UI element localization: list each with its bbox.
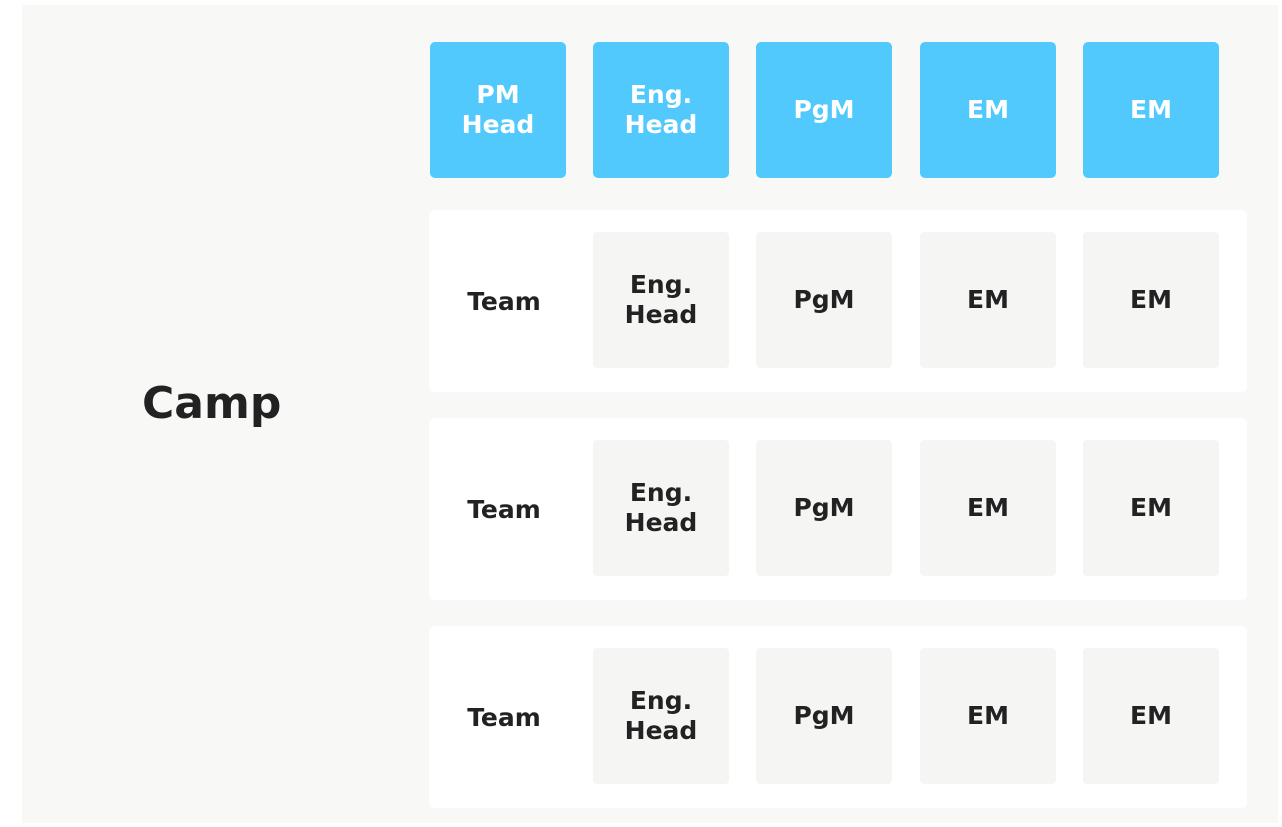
header-role-em-1: EM: [920, 42, 1056, 178]
team-label: Team: [467, 494, 541, 524]
header-role-pm-head: PM Head: [430, 42, 566, 178]
team-label: Team: [467, 702, 541, 732]
header-role-pgm: PgM: [756, 42, 892, 178]
diagram-canvas: Camp PM Head Eng. Head PgM EM EM Team En…: [0, 0, 1282, 827]
team-role-em-2: EM: [1083, 648, 1219, 784]
team-role-em-2: EM: [1083, 232, 1219, 368]
header-role-em-2: EM: [1083, 42, 1219, 178]
team-role-eng-head: Eng. Head: [593, 232, 729, 368]
camp-label: Camp: [142, 377, 282, 429]
team-role-em-1: EM: [920, 648, 1056, 784]
team-row-2: Team Eng. Head PgM EM EM: [429, 418, 1247, 600]
team-role-pgm: PgM: [756, 648, 892, 784]
team-role-em-1: EM: [920, 232, 1056, 368]
team-role-eng-head: Eng. Head: [593, 648, 729, 784]
team-label: Team: [467, 286, 541, 316]
team-row-1: Team Eng. Head PgM EM EM: [429, 210, 1247, 392]
team-role-pgm: PgM: [756, 232, 892, 368]
team-role-em-1: EM: [920, 440, 1056, 576]
team-role-pgm: PgM: [756, 440, 892, 576]
team-role-em-2: EM: [1083, 440, 1219, 576]
header-role-eng-head: Eng. Head: [593, 42, 729, 178]
team-row-3: Team Eng. Head PgM EM EM: [429, 626, 1247, 808]
team-role-eng-head: Eng. Head: [593, 440, 729, 576]
